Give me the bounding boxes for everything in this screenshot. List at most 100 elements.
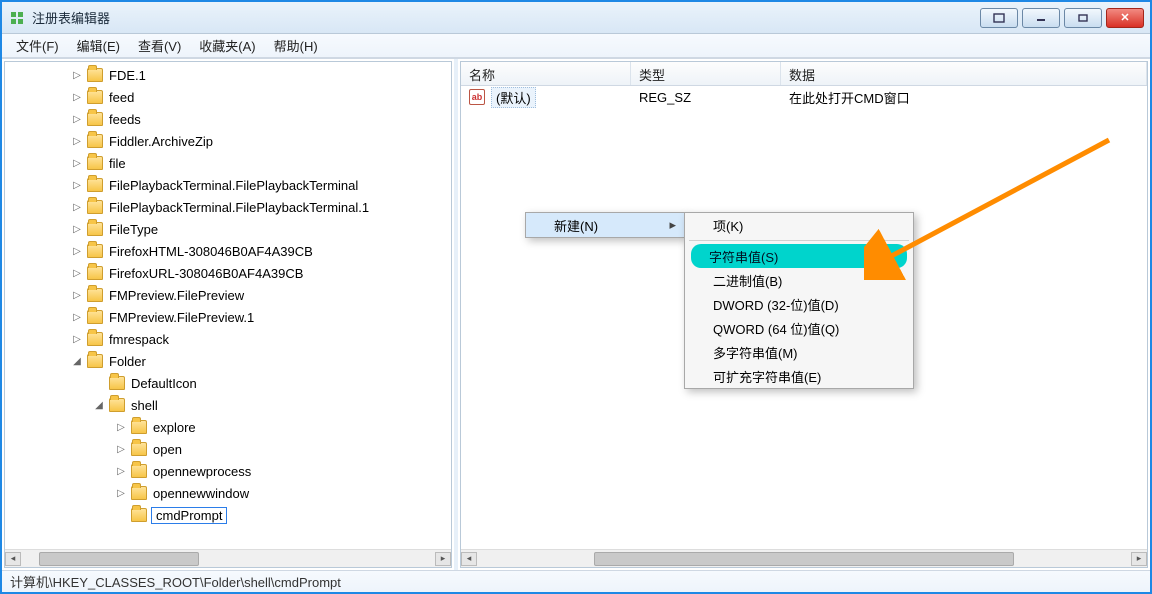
folder-icon	[87, 354, 103, 368]
scroll-thumb[interactable]	[39, 552, 199, 566]
tree-node[interactable]: ▷ explore	[5, 416, 451, 438]
scroll-right-arrow[interactable]: ▸	[1131, 552, 1147, 566]
h-scrollbar[interactable]: ◂ ▸	[5, 549, 451, 567]
close-button[interactable]: ✕	[1106, 8, 1144, 28]
folder-icon	[109, 376, 125, 390]
tree-node[interactable]: ▷open	[5, 438, 451, 460]
expand-icon[interactable]: ▷	[71, 180, 83, 191]
expand-icon[interactable]: ▷	[71, 70, 83, 81]
expand-icon[interactable]: ◢	[93, 400, 105, 411]
tree-wrap: ▷FDE.1▷feed▷feeds▷Fiddler.ArchiveZip▷fil…	[4, 61, 452, 568]
window-title: 注册表编辑器	[32, 8, 980, 27]
node-label: fmrespack	[107, 332, 171, 347]
submenu-item[interactable]: 多字符串值(M)	[685, 340, 913, 364]
folder-icon	[87, 288, 103, 302]
expand-icon[interactable]: ▷	[115, 444, 127, 455]
tree-pane: ▷FDE.1▷feed▷feeds▷Fiddler.ArchiveZip▷fil…	[2, 59, 454, 570]
window-buttons: ✕	[980, 8, 1144, 28]
menu-item[interactable]: 帮助(H)	[266, 34, 326, 57]
tree-node[interactable]: ▷FirefoxURL-308046B0AF4A39CB	[5, 262, 451, 284]
menu-new-label: 新建(N)	[554, 216, 598, 235]
folder-icon	[87, 134, 103, 148]
folder-icon	[109, 398, 125, 412]
h-scrollbar[interactable]: ◂ ▸	[461, 549, 1147, 567]
tree-node[interactable]: ▷ opennewwindow	[5, 482, 451, 504]
tree-node[interactable]: ▷ fmrespack	[5, 328, 451, 350]
submenu-item[interactable]: QWORD (64 位)值(Q)	[685, 316, 913, 340]
menu-item[interactable]: 文件(F)	[8, 34, 67, 57]
tree-node[interactable]: ▷FirefoxHTML-308046B0AF4A39CB	[5, 240, 451, 262]
expand-icon[interactable]: ▷	[71, 290, 83, 301]
folder-icon	[87, 200, 103, 214]
node-label: explore	[151, 420, 198, 435]
folder-icon	[131, 486, 147, 500]
folder-icon	[131, 464, 147, 478]
submenu-item[interactable]: 可扩充字符串值(E)	[685, 364, 913, 388]
menu-new[interactable]: 新建(N) 项(K)字符串值(S)二进制值(B)DWORD (32-位)值(D)…	[526, 213, 684, 237]
node-label: opennewwindow	[151, 486, 251, 501]
col-data[interactable]: 数据	[781, 62, 1147, 85]
annotation-arrow-icon	[864, 130, 1124, 280]
tree-node[interactable]: ▷FileType	[5, 218, 451, 240]
expand-icon[interactable]: ▷	[71, 114, 83, 125]
value-name: (默认)	[491, 87, 536, 108]
registry-tree[interactable]: ▷FDE.1▷feed▷feeds▷Fiddler.ArchiveZip▷fil…	[5, 62, 451, 549]
scroll-right-arrow[interactable]: ▸	[435, 552, 451, 566]
node-label: shell	[129, 398, 160, 413]
folder-icon	[131, 442, 147, 456]
tree-node[interactable]: cmdPrompt	[5, 504, 451, 526]
string-value-icon: ab	[469, 89, 485, 105]
expand-icon[interactable]: ▷	[71, 246, 83, 257]
status-path: 计算机\HKEY_CLASSES_ROOT\Folder\shell\cmdPr…	[10, 572, 341, 591]
expand-icon[interactable]: ▷	[71, 334, 83, 345]
expand-icon[interactable]: ▷	[71, 136, 83, 147]
scroll-left-arrow[interactable]: ◂	[5, 552, 21, 566]
folder-icon	[87, 68, 103, 82]
context-menu[interactable]: 新建(N) 项(K)字符串值(S)二进制值(B)DWORD (32-位)值(D)…	[525, 212, 685, 238]
aux-button[interactable]	[980, 8, 1018, 28]
expand-icon[interactable]: ▷	[115, 422, 127, 433]
scroll-left-arrow[interactable]: ◂	[461, 552, 477, 566]
tree-node[interactable]: ▷ Fiddler.ArchiveZip	[5, 130, 451, 152]
expand-icon[interactable]: ▷	[71, 202, 83, 213]
node-label: Fiddler.ArchiveZip	[107, 134, 215, 149]
folder-icon	[87, 90, 103, 104]
folder-icon	[87, 332, 103, 346]
expand-icon[interactable]: ▷	[71, 92, 83, 103]
folder-icon	[87, 266, 103, 280]
tree-node[interactable]: ◢Folder	[5, 350, 451, 372]
tree-node[interactable]: ▷file	[5, 152, 451, 174]
maximize-button[interactable]	[1064, 8, 1102, 28]
tree-node[interactable]: ▷FMPreview.FilePreview	[5, 284, 451, 306]
submenu-item[interactable]: DWORD (32-位)值(D)	[685, 292, 913, 316]
col-name[interactable]: 名称	[461, 62, 631, 85]
tree-node[interactable]: ▷feed	[5, 86, 451, 108]
menu-item[interactable]: 查看(V)	[130, 34, 189, 57]
expand-icon[interactable]: ▷	[71, 158, 83, 169]
value-row[interactable]: ab(默认)REG_SZ在此处打开CMD窗口	[461, 86, 1147, 108]
menu-item[interactable]: 编辑(E)	[69, 34, 128, 57]
expand-icon[interactable]: ▷	[71, 268, 83, 279]
expand-icon[interactable]: ◢	[71, 356, 83, 367]
tree-node[interactable]: DefaultIcon	[5, 372, 451, 394]
expand-icon[interactable]: ▷	[71, 224, 83, 235]
titlebar[interactable]: 注册表编辑器 ✕	[2, 2, 1150, 34]
tree-node[interactable]: ▷FDE.1	[5, 64, 451, 86]
expand-icon[interactable]: ▷	[115, 466, 127, 477]
tree-node[interactable]: ▷FilePlaybackTerminal.FilePlaybackTermin…	[5, 196, 451, 218]
expand-icon[interactable]: ▷	[115, 488, 127, 499]
minimize-button[interactable]	[1022, 8, 1060, 28]
col-type[interactable]: 类型	[631, 62, 781, 85]
node-label: opennewprocess	[151, 464, 253, 479]
tree-node[interactable]: ▷FilePlaybackTerminal.FilePlaybackTermin…	[5, 174, 451, 196]
tree-node[interactable]: ◢ shell	[5, 394, 451, 416]
tree-node[interactable]: ▷ feeds	[5, 108, 451, 130]
scroll-thumb[interactable]	[594, 552, 1014, 566]
menu-item[interactable]: 收藏夹(A)	[191, 34, 263, 57]
node-label: feeds	[107, 112, 143, 127]
app-window: 注册表编辑器 ✕ 文件(F)编辑(E)查看(V)收藏夹(A)帮助(H) ▷FDE…	[0, 0, 1152, 594]
tree-node[interactable]: ▷ opennewprocess	[5, 460, 451, 482]
expand-icon[interactable]: ▷	[71, 312, 83, 323]
tree-node[interactable]: ▷FMPreview.FilePreview.1	[5, 306, 451, 328]
folder-icon	[87, 310, 103, 324]
